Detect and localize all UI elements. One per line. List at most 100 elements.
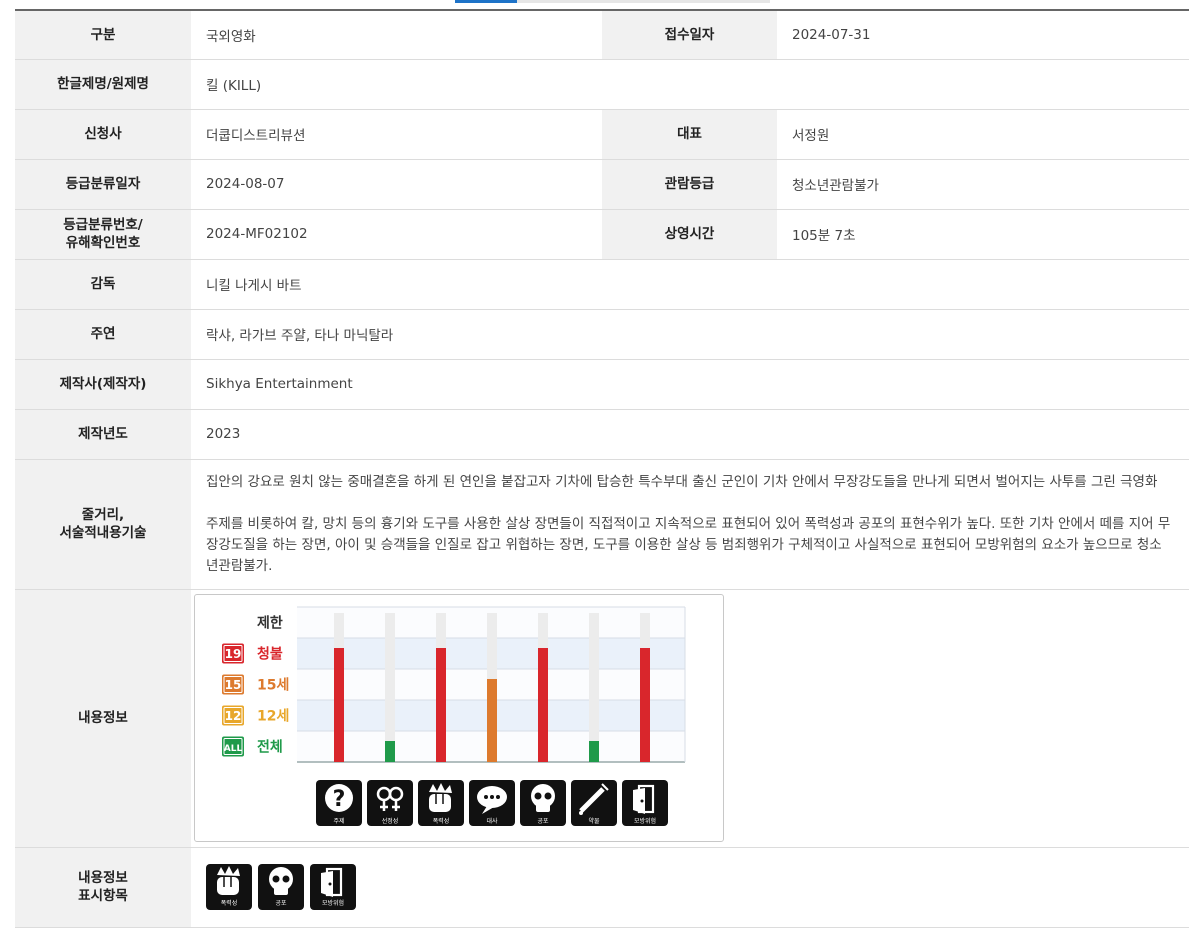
bar-공포 <box>538 648 548 762</box>
level-badge-2: 15 <box>222 674 244 695</box>
year-value: 2023 <box>191 409 1189 460</box>
table-row: 신청사 더쿱디스트리뷰션 대표 서정원 <box>15 109 1189 160</box>
synopsis-label: 줄거리, 서술적내용기술 <box>15 459 191 590</box>
level-label-4: 전체 <box>257 739 283 756</box>
display-items-cell: 폭력성 공포 모방위험 <box>191 847 1189 928</box>
table-row: 등급분류번호/ 유해확인번호 2024-MF02102 상영시간 105분 7초 <box>15 209 1189 260</box>
applicant-label: 신청사 <box>15 109 191 160</box>
bar-track <box>385 613 395 762</box>
display-items-label-line2: 표시항목 <box>78 888 128 904</box>
rating-date-value: 2024-08-07 <box>191 159 602 210</box>
question-icon: ? 주제 <box>316 780 362 826</box>
runtime-label: 상영시간 <box>602 209 777 260</box>
svg-text:ALL: ALL <box>224 744 243 754</box>
level-badge-4: ALL <box>222 736 244 757</box>
bar-선정성 <box>385 741 395 762</box>
table-row: 제작사(제작자) Sikhya Entertainment <box>15 359 1189 410</box>
table-row: 감독 니킬 나게시 바트 <box>15 259 1189 310</box>
table-row: 구분 국외영화 접수일자 2024-07-31 <box>15 11 1189 60</box>
category-label: 구분 <box>15 11 191 60</box>
door-icon: 모방위험 <box>622 780 668 826</box>
svg-text:19: 19 <box>225 647 242 661</box>
synopsis-value: 집안의 강요로 원치 않는 중매결혼을 하게 된 연인을 붙잡고자 기차에 탑승… <box>191 459 1189 590</box>
synopsis-label-line1: 줄거리, <box>81 507 125 523</box>
rating-number-label: 등급분류번호/ 유해확인번호 <box>15 209 191 260</box>
bar-약물 <box>589 741 599 762</box>
gender-icon: 선정성 <box>367 780 413 826</box>
cast-label: 주연 <box>15 309 191 360</box>
synopsis-paragraph-2: 주제를 비롯하여 칼, 망치 등의 흉기와 도구를 사용한 살상 장면들이 직접… <box>206 515 1171 574</box>
bar-주제 <box>334 648 344 762</box>
content-rating-chart-svg: 제한 19 청불 15 15세 12 12세 ALL 전체? 주제 선정성 폭력성 대사 공포 약물 모방위험 <box>222 606 686 826</box>
producer-value: Sikhya Entertainment <box>191 359 1189 410</box>
rating-number-label-line2: 유해확인번호 <box>65 235 141 251</box>
level-label-2: 15세 <box>257 678 289 694</box>
svg-text:15: 15 <box>225 678 242 692</box>
level-badge-1: 19 <box>222 643 244 664</box>
level-badge-3: 12 <box>222 705 244 726</box>
table-row: 내용정보 표시항목 폭력성 공포 모방위험 <box>15 847 1189 928</box>
synopsis-paragraph-1: 집안의 강요로 원치 않는 중매결혼을 하게 된 연인을 붙잡고자 기차에 탑승… <box>206 473 1158 490</box>
representative-label: 대표 <box>602 109 777 160</box>
bar-대사 <box>487 679 497 762</box>
synopsis-label-line2: 서술적내용기술 <box>59 525 147 541</box>
rating-info-table: 구분 국외영화 접수일자 2024-07-31 한글제명/원제명 킬 (KILL… <box>15 11 1189 928</box>
table-row: 한글제명/원제명 킬 (KILL) <box>15 59 1189 110</box>
display-items-label: 내용정보 표시항목 <box>15 847 191 928</box>
content-info-cell: 제한 19 청불 15 15세 12 12세 ALL 전체? 주제 선정성 폭력성 대사 공포 약물 모방위험 <box>191 589 1189 848</box>
level-label-1: 청불 <box>257 647 283 663</box>
category-label-0: 주제 <box>333 817 344 825</box>
table-row: 제작년도 2023 <box>15 409 1189 460</box>
display-icon-label: 모방위험 <box>321 900 345 907</box>
display-icon-label: 폭력성 <box>220 900 238 907</box>
display-items-label-line1: 내용정보 <box>78 870 128 886</box>
bar-track <box>589 613 599 762</box>
rating-date-label: 등급분류일자 <box>15 159 191 210</box>
skull-icon: 공포 <box>258 864 304 910</box>
door-icon: 모방위험 <box>310 864 356 910</box>
category-label-4: 공포 <box>537 818 549 825</box>
title-label: 한글제명/원제명 <box>15 59 191 110</box>
applicant-value: 더쿱디스트리뷰션 <box>191 109 602 160</box>
table-row: 내용정보 제한 19 청불 15 15세 12 12세 ALL 전체? 주제 선정성 폭력성 대사 공포 약… <box>15 589 1189 848</box>
inactive-tab-indicator[interactable] <box>517 0 770 3</box>
bar-모방위험 <box>640 648 650 762</box>
fist-icon: 폭력성 <box>206 864 252 910</box>
representative-value: 서정원 <box>777 109 1189 160</box>
bar-폭력성 <box>436 648 446 762</box>
svg-text:?: ? <box>333 787 346 812</box>
svg-text:12: 12 <box>225 709 242 723</box>
director-label: 감독 <box>15 259 191 310</box>
category-label-2: 폭력성 <box>433 817 450 825</box>
content-rating-chart: 제한 19 청불 15 15세 12 12세 ALL 전체? 주제 선정성 폭력성 대사 공포 약물 모방위험 <box>194 594 724 842</box>
title-value: 킬 (KILL) <box>191 59 1189 110</box>
table-row: 줄거리, 서술적내용기술 집안의 강요로 원치 않는 중매결혼을 하게 된 연인… <box>15 459 1189 590</box>
content-info-label: 내용정보 <box>15 589 191 848</box>
rating-number-label-line1: 등급분류번호/ <box>63 217 143 233</box>
category-label-6: 모방위험 <box>634 817 656 825</box>
active-tab-indicator[interactable] <box>455 0 517 3</box>
producer-label: 제작사(제작자) <box>15 359 191 410</box>
category-label-3: 대사 <box>486 817 498 825</box>
level-label-3: 12세 <box>257 709 289 725</box>
rating-value: 청소년관람불가 <box>777 159 1189 210</box>
level-label-0: 제한 <box>257 616 283 632</box>
rating-label: 관람등급 <box>602 159 777 210</box>
cast-value: 락샤, 라가브 주얄, 타나 마닉탈라 <box>191 309 1189 360</box>
skull-icon: 공포 <box>520 780 566 826</box>
runtime-value: 105분 7초 <box>777 209 1189 260</box>
speech-bubble-icon: 대사 <box>469 780 515 826</box>
received-date-label: 접수일자 <box>602 11 777 60</box>
fist-icon: 폭력성 <box>418 780 464 826</box>
display-icon-label: 공포 <box>275 900 287 907</box>
year-label: 제작년도 <box>15 409 191 460</box>
table-row: 등급분류일자 2024-08-07 관람등급 청소년관람불가 <box>15 159 1189 210</box>
category-label-1: 선정성 <box>382 817 399 825</box>
director-value: 니킬 나게시 바트 <box>191 259 1189 310</box>
category-label-5: 약물 <box>588 817 600 825</box>
category-value: 국외영화 <box>191 11 602 60</box>
received-date-value: 2024-07-31 <box>777 11 1189 60</box>
syringe-icon: 약물 <box>571 780 617 826</box>
table-row: 주연 락샤, 라가브 주얄, 타나 마닉탈라 <box>15 309 1189 360</box>
rating-number-value: 2024-MF02102 <box>191 209 602 260</box>
